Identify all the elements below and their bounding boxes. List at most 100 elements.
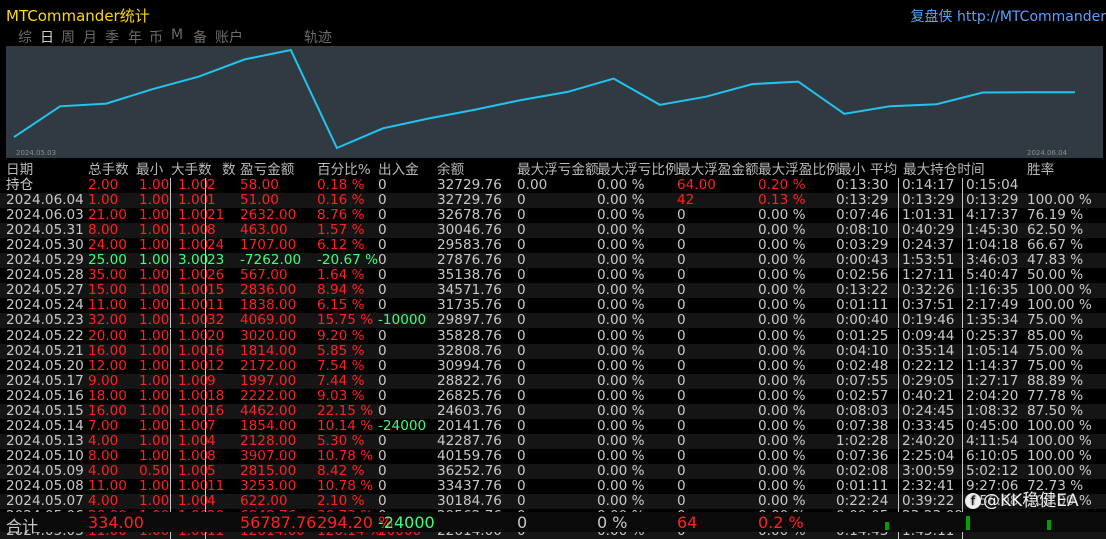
cell-avg-hold: 0:14:17 [902,177,955,193]
watermark-text: @KK稳健EA [983,491,1079,511]
tab-summary[interactable]: 综 [18,27,32,47]
table-row[interactable]: 2024.05.27 15.00 1.00 1.00 15 2836.00 8.94 % 0 3… [0,282,1106,299]
table-row[interactable]: 持仓 2.00 1.00 1.00 2 58.00 0.18 % 0 32729.76 0.00 0… [0,177,1106,193]
table-row[interactable]: 2024.05.17 9.00 1.00 1.00 9 1997.00 7.44 % 0 288… [0,372,1106,389]
col-count[interactable]: 数 [222,162,236,178]
tab-remark[interactable]: 备 [193,27,207,47]
tab-year[interactable]: 年 [128,27,142,47]
table-row[interactable]: 2024.06.04 1.00 1.00 1.00 1 51.00 0.16 % 0 32729… [0,192,1106,209]
cell-percent: 10.78 % [317,447,374,464]
col-percent[interactable]: 百分比% [317,162,371,178]
col-max-hold[interactable]: 最大持仓时间 [903,162,985,178]
col-min-hold[interactable]: 最小 [838,162,865,178]
cell-avg-hold: 0:24:45 [902,402,955,419]
table-row[interactable]: 2024.05.08 11.00 1.00 1.00 11 3253.00 10.78 % 0… [0,478,1106,494]
cell-min-hold: 0:07:38 [836,417,889,434]
table-row[interactable]: 2024.05.21 16.00 1.00 1.00 16 1814.00 5.85 % 0 3… [0,342,1106,359]
cell-cash: 0 [378,493,387,510]
cell-max-float-loss-pct: 0.00 % [597,282,645,299]
column-separator [170,313,171,329]
cell-date: 2024.05.14 [6,417,84,434]
cell-pnl: 1707.00 [240,237,297,254]
column-separator [962,298,963,314]
tab-quarter[interactable]: 季 [105,27,119,47]
table-row[interactable]: 2024.05.09 4.00 0.50 1.00 5 2815.00 8.42 % 0 362… [0,463,1106,479]
col-max-lots[interactable]: 大手数 [171,162,212,178]
col-max-float-gain[interactable]: 最大浮盈金额 [677,162,759,178]
cell-max-float-loss-pct: 0.00 % [597,222,645,239]
table-row[interactable]: 2024.05.31 8.00 1.00 1.00 8 463.00 1.57 % 0 3004… [0,222,1106,239]
cell-pnl: -7262.00 [240,252,302,269]
tab-month[interactable]: 月 [83,27,97,47]
tab-track[interactable]: 轨迹 [304,27,332,47]
cell-min-hold: 1:02:28 [836,432,889,449]
tab-magic[interactable]: M [171,27,183,43]
table-row[interactable]: 2024.05.15 16.00 1.00 1.00 16 4462.00 22.15 % 0… [0,402,1106,419]
col-max-float-loss[interactable]: 最大浮亏金额 [517,162,599,178]
cell-min-hold: 0:07:46 [836,207,889,224]
column-separator [962,433,963,449]
cell-count: 2 [207,177,216,193]
brand-link[interactable]: 复盘侠 http://MTCommander [911,6,1106,26]
table-row[interactable]: 2024.06.03 21.00 1.00 1.00 21 2632.00 8.76 % 0 3… [0,207,1106,224]
cell-max-float-loss: 0 [517,372,526,389]
tab-account[interactable]: 账户 [215,27,243,47]
table-row[interactable]: 2024.05.10 8.00 1.00 1.00 8 3907.00 10.78 % 0 40… [0,447,1106,464]
cell-balance: 28822.76 [437,372,502,389]
cell-max-float-loss-pct: 0.00 % [597,372,645,389]
col-max-float-loss-pct[interactable]: 最大浮亏比例 [597,162,679,178]
cell-count: 18 [207,387,225,404]
column-separator [962,373,963,389]
table-row[interactable]: 2024.05.28 35.00 1.00 1.00 26 567.00 1.64 % 0 35… [0,267,1106,284]
table-row[interactable]: 2024.05.14 7.00 1.00 1.00 7 1854.00 10.14 % -24… [0,417,1106,434]
col-pnl[interactable]: 盈亏金额 [240,162,294,178]
table-row[interactable]: 2024.05.23 32.00 1.00 1.00 32 4069.00 15.75 % -… [0,313,1106,329]
table-row[interactable]: 2024.05.07 4.00 1.00 1.00 4 622.00 2.10 % 0 3018… [0,493,1106,510]
col-balance[interactable]: 余额 [437,162,464,178]
cell-min-lots: 1.00 [139,237,170,254]
cell-cash: 0 [378,297,387,314]
table-row[interactable]: 2024.05.24 11.00 1.00 1.00 11 1838.00 6.15 % 0 3… [0,297,1106,314]
cell-pnl: 1814.00 [240,342,297,359]
column-separator [205,433,206,449]
cell-max-float-gain-pct: 0.00 % [758,447,806,464]
tab-week[interactable]: 周 [61,27,75,47]
cell-max-float-loss: 0 [517,192,526,209]
cell-min-hold: 0:22:24 [836,493,889,510]
cell-max-float-gain-pct: 0.00 % [758,222,806,239]
table-row[interactable]: 2024.05.30 24.00 1.00 1.00 24 1707.00 6.12 % 0 2… [0,237,1106,254]
column-separator [205,343,206,359]
col-min-lots[interactable]: 最小 [136,162,163,178]
cell-win-rate: 100.00 % [1027,447,1092,464]
col-cash[interactable]: 出入金 [378,162,419,178]
cell-pnl: 3907.00 [240,447,297,464]
col-date[interactable]: 日期 [6,162,33,178]
col-total-lots[interactable]: 总手数 [88,162,129,178]
cell-max-float-loss: 0 [517,297,526,314]
tab-day[interactable]: 日 [40,27,54,47]
table-row[interactable]: 2024.05.22 20.00 1.00 1.00 20 3020.00 9.20 % 0 3… [0,327,1106,344]
cell-win-rate: 85.00 % [1027,327,1084,344]
cell-max-float-gain: 0 [677,327,686,344]
cell-min-lots: 1.00 [139,493,170,510]
cell-max-hold: 0:25:37 [966,327,1019,344]
tab-symbol[interactable]: 币 [149,27,163,47]
cell-max-float-loss-pct: 0.00 % [597,237,645,254]
col-avg-hold[interactable]: 平均 [870,162,897,178]
cell-balance: 27876.76 [437,252,502,269]
cell-avg-hold: 0:32:26 [902,282,955,299]
cell-percent: 1.64 % [317,267,365,284]
column-separator [205,328,206,344]
cell-count: 24 [207,237,225,254]
table-row[interactable]: 2024.05.13 4.00 1.00 1.00 4 2128.00 5.30 % 0 422… [0,432,1106,449]
col-max-float-gain-pct[interactable]: 最大浮盈比例 [758,162,840,178]
col-win-rate[interactable]: 胜率 [1027,162,1054,178]
table-row[interactable]: 2024.05.16 18.00 1.00 1.00 18 2222.00 9.03 % 0 2… [0,387,1106,404]
table-row[interactable]: 2024.05.20 12.00 1.00 1.00 12 2172.00 7.54 % 0 3… [0,358,1106,374]
column-separator [898,283,899,299]
cell-max-lots: 1.00 [178,372,209,389]
column-separator [170,268,171,284]
table-row[interactable]: 2024.05.29 25.00 1.00 3.00 23 -7262.00 -20.67 … [0,252,1106,269]
cell-percent: 8.76 % [317,207,365,224]
daily-stats-table: 日期 总手数 最小 大手数数盈亏金额 百分比% 出入金 余额 最大浮亏金额 最大浮亏比例 最大浮盈… [0,162,1106,539]
